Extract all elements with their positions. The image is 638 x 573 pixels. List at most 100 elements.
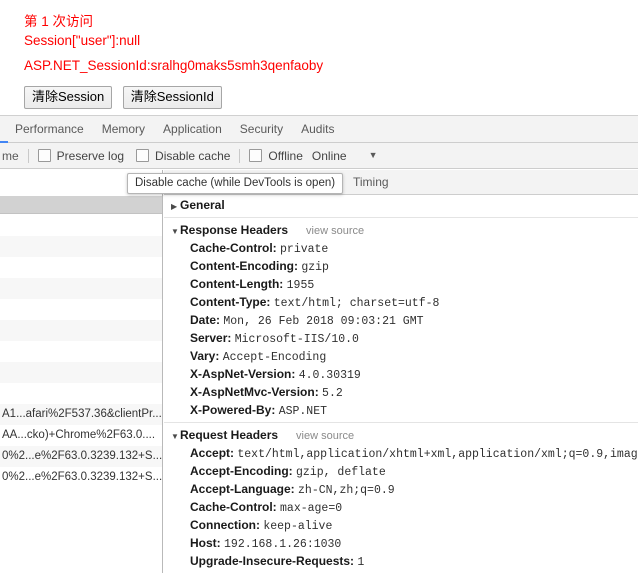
tab-application[interactable]: Application (154, 116, 231, 142)
request-row[interactable]: AA...cko)+Chrome%2F63.0.... (0, 425, 162, 446)
header-value: 1 (357, 556, 365, 569)
response-headers-title: Response Headers (180, 223, 289, 237)
offline-label: Offline (268, 148, 303, 163)
request-row[interactable]: 0%2...e%2F63.0.3239.132+S... (0, 467, 162, 488)
header-value: keep-alive (263, 520, 333, 533)
header-value: Accept-Encoding (222, 351, 327, 364)
header-row: Accept-Encoding: gzip, deflate (164, 462, 638, 480)
header-name: X-Powered-By: (190, 403, 276, 417)
header-name: Server: (190, 331, 232, 345)
header-row: Host: 192.168.1.26:1030 (164, 534, 638, 552)
toolbar-divider-1 (27, 148, 29, 163)
header-row: Content-Length: 1955 (164, 275, 638, 293)
list-item[interactable] (0, 278, 162, 299)
tab-audits[interactable]: Audits (292, 116, 343, 142)
header-name: Accept: (190, 446, 235, 460)
header-value: text/html; charset=utf-8 (273, 297, 440, 310)
network-toolbar: me Preserve log Disable cache Offline On… (0, 143, 638, 169)
header-value: gzip (301, 261, 329, 274)
preserve-log-checkbox[interactable]: Preserve log (37, 148, 125, 163)
request-detail-pane: Timing ▶ General ▼Response Headers view so… (164, 170, 638, 573)
header-row: Cache-Control: max-age=0 (164, 498, 638, 516)
header-value: text/html,application/xhtml+xml,applicat… (237, 448, 638, 461)
header-value: gzip, deflate (296, 466, 386, 479)
header-row: Cache-Control: private (164, 239, 638, 257)
checkbox-box-icon (136, 149, 150, 162)
header-value: 5.2 (322, 387, 343, 400)
view-source-link[interactable]: view source (306, 225, 364, 237)
list-item[interactable] (0, 257, 162, 278)
header-name: Cache-Control: (190, 241, 277, 255)
visit-count-text: 第 1 次访问 (24, 14, 94, 29)
session-user-text: Session["user"]:null (24, 33, 141, 48)
header-row: Accept-Language: zh-CN,zh;q=0.9 (164, 480, 638, 498)
header-value: zh-CN,zh;q=0.9 (298, 484, 395, 497)
preserve-log-label: Preserve log (56, 148, 125, 163)
header-row: Server: Microsoft-IIS/10.0 (164, 329, 638, 347)
chevron-down-icon[interactable]: ▼ (369, 151, 378, 160)
header-name: Date: (190, 313, 221, 327)
session-id-text: ASP.NET_SessionId:sralhg0maks5smh3qenfao… (24, 58, 324, 73)
header-row: Upgrade-Insecure-Requests: 1 (164, 552, 638, 570)
list-item[interactable] (0, 236, 162, 257)
header-value: 1955 (286, 279, 315, 292)
chevron-down-icon: ▼ (171, 432, 179, 441)
tab-memory[interactable]: Memory (93, 116, 154, 142)
clear-session-button[interactable]: 清除Session (24, 86, 113, 109)
header-value: ASP.NET (278, 405, 328, 418)
request-row[interactable]: A1...afari%2F537.36&clientPr... (0, 404, 162, 425)
request-list-pane[interactable]: A1...afari%2F537.36&clientPr... AA...cko… (0, 170, 163, 573)
clear-sessionid-button[interactable]: 清除SessionId (122, 86, 222, 109)
view-source-link[interactable]: view source (296, 430, 354, 442)
checkbox-box-icon (37, 149, 51, 162)
headers-panel: ▶ General ▼Response Headers view source Ca… (164, 196, 638, 573)
toolbar-truncated-label: me (2, 148, 19, 163)
devtools-tab-bar: Performance Memory Application Security … (0, 116, 638, 143)
disable-cache-tooltip: Disable cache (while DevTools is open) (127, 173, 344, 194)
list-item[interactable] (0, 383, 162, 404)
checkbox-box-icon (249, 149, 263, 162)
web-page-content: 第 1 次访问 Session["user"]:null ASP.NET_Ses… (0, 0, 638, 116)
list-item[interactable] (0, 215, 162, 236)
general-section-title: General (180, 198, 225, 212)
section-divider (164, 422, 638, 423)
header-row: Date: Mon, 26 Feb 2018 09:03:21 GMT (164, 311, 638, 329)
header-row: Content-Encoding: gzip (164, 257, 638, 275)
header-value: Mon, 26 Feb 2018 09:03:21 GMT (223, 315, 424, 328)
header-name: X-AspNetMvc-Version: (190, 385, 319, 399)
tab-timing[interactable]: Timing (353, 170, 389, 195)
header-value: private (280, 243, 329, 256)
list-item[interactable] (0, 341, 162, 362)
chevron-down-icon: ▼ (171, 227, 179, 236)
devtools-tab-strip: Performance Memory Application Security … (6, 116, 343, 142)
header-row: Connection: keep-alive (164, 516, 638, 534)
request-headers-title: Request Headers (180, 428, 279, 442)
offline-checkbox[interactable]: Offline (249, 148, 303, 163)
request-row[interactable]: 0%2...e%2F63.0.3239.132+S... (0, 446, 162, 467)
list-item[interactable] (0, 299, 162, 320)
response-headers-section-header[interactable]: ▼Response Headers view source (164, 221, 638, 239)
header-value: 4.0.30319 (298, 369, 361, 382)
general-section-header[interactable]: ▶ General (164, 196, 638, 214)
header-name: Content-Type: (190, 295, 271, 309)
header-name: Host: (190, 536, 221, 550)
disable-cache-checkbox[interactable]: Disable cache (136, 149, 230, 163)
header-name: Connection: (190, 518, 260, 532)
page-button-group: 清除Session 清除SessionId (24, 86, 228, 109)
list-item[interactable] (0, 320, 162, 341)
header-row: X-AspNet-Version: 4.0.30319 (164, 365, 638, 383)
list-item[interactable] (0, 362, 162, 383)
header-name: Accept-Encoding: (190, 464, 293, 478)
throttling-select[interactable]: Online (312, 149, 347, 163)
toolbar-divider-2 (239, 148, 241, 163)
header-row: Accept: text/html,application/xhtml+xml,… (164, 444, 638, 462)
tab-performance[interactable]: Performance (6, 116, 93, 142)
header-row: X-Powered-By: ASP.NET (164, 401, 638, 419)
header-value: max-age=0 (280, 502, 343, 515)
request-headers-section-header[interactable]: ▼Request Headers view source (164, 426, 638, 444)
header-name: Content-Encoding: (190, 259, 298, 273)
disable-cache-label: Disable cache (155, 148, 231, 163)
request-list-header (0, 196, 162, 214)
tab-security[interactable]: Security (231, 116, 292, 142)
header-name: Vary: (190, 349, 220, 363)
